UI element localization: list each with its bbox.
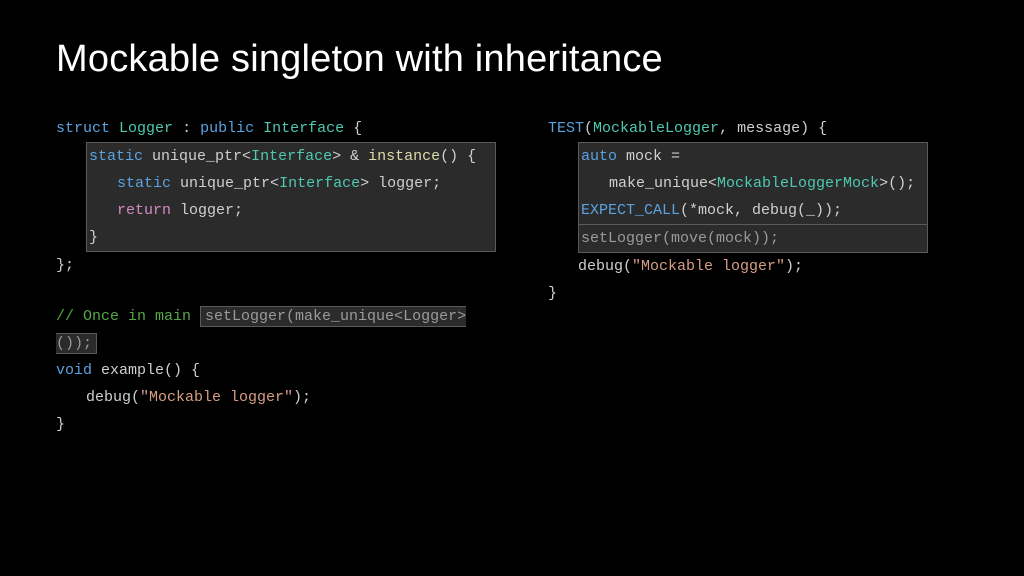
kw: public xyxy=(200,120,254,137)
code-line: // Once in main setLogger(make_unique<Lo… xyxy=(56,303,496,357)
code-line: } xyxy=(548,280,928,307)
code-line: static unique_ptr<Interface> logger; xyxy=(87,170,495,197)
code-left: struct Logger : public Interface { stati… xyxy=(56,115,496,462)
code-line: void example() { xyxy=(56,357,496,384)
code-line: auto mock = xyxy=(579,143,927,170)
columns: struct Logger : public Interface { stati… xyxy=(56,115,968,462)
code-line: debug("Mockable logger"); xyxy=(548,253,928,280)
comment: // Once in main xyxy=(56,308,200,325)
code-line: setLogger(move(mock)); xyxy=(581,225,927,252)
txt: unique_ptr< xyxy=(180,175,279,192)
type: Interface xyxy=(279,175,360,192)
code-right: TEST(MockableLogger, message) { auto moc… xyxy=(548,115,928,462)
txt: ); xyxy=(785,258,803,275)
txt: logger; xyxy=(180,202,243,219)
code-line: make_unique<MockableLoggerMock>(); xyxy=(579,170,927,197)
txt: ); xyxy=(293,389,311,406)
code-line: struct Logger : public Interface { xyxy=(56,115,496,142)
txt: () { xyxy=(440,148,476,165)
txt: > & xyxy=(332,148,368,165)
fn: instance xyxy=(368,148,440,165)
type: Interface xyxy=(263,120,344,137)
txt: debug( xyxy=(86,389,140,406)
code-line: debug("Mockable logger"); xyxy=(56,384,496,411)
code-line: } xyxy=(87,224,495,251)
kw: void xyxy=(56,362,92,379)
code-line: EXPECT_CALL(*mock, debug(_)); xyxy=(579,197,927,224)
txt: > logger; xyxy=(360,175,441,192)
type: Interface xyxy=(251,148,332,165)
kw: auto xyxy=(581,148,617,165)
txt: , message) { xyxy=(719,120,827,137)
txt: example() { xyxy=(101,362,200,379)
macro: TEST xyxy=(548,120,584,137)
slide: Mockable singleton with inheritance stru… xyxy=(0,0,1024,576)
txt: debug( xyxy=(578,258,632,275)
code-line: static unique_ptr<Interface> & instance(… xyxy=(87,143,495,170)
txt: mock = xyxy=(626,148,680,165)
txt: >(); xyxy=(879,175,915,192)
highlight-box: setLogger(move(mock)); xyxy=(578,225,928,253)
txt: make_unique< xyxy=(609,175,717,192)
txt: unique_ptr< xyxy=(152,148,251,165)
type: MockableLoggerMock xyxy=(717,175,879,192)
code-line: return logger; xyxy=(87,197,495,224)
highlight-box: auto mock = make_unique<MockableLoggerMo… xyxy=(578,142,928,225)
kw: static xyxy=(89,148,143,165)
kw: return xyxy=(117,202,171,219)
string: "Mockable logger" xyxy=(140,389,293,406)
string: "Mockable logger" xyxy=(632,258,785,275)
macro: EXPECT_CALL xyxy=(581,202,680,219)
type: Logger xyxy=(119,120,173,137)
txt: ( xyxy=(584,120,593,137)
punct: { xyxy=(353,120,362,137)
punct: : xyxy=(182,120,200,137)
code-line: } xyxy=(56,411,496,438)
highlight-box: static unique_ptr<Interface> & instance(… xyxy=(86,142,496,252)
code-line: }; xyxy=(56,252,496,279)
code-line: TEST(MockableLogger, message) { xyxy=(548,115,928,142)
kw: struct xyxy=(56,120,110,137)
kw: static xyxy=(117,175,171,192)
type: MockableLogger xyxy=(593,120,719,137)
txt: (*mock, debug(_)); xyxy=(680,202,842,219)
slide-title: Mockable singleton with inheritance xyxy=(56,38,968,81)
